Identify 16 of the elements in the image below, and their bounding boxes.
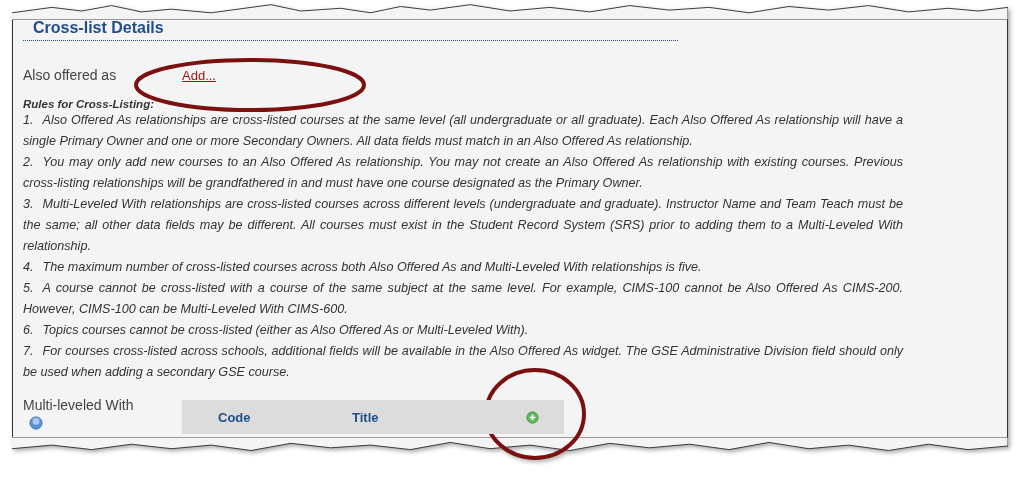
field-label: Also offered as (23, 67, 118, 83)
rule-text: 1. Also Offered As relationships are cross-listed courses at the same level (all undergraduate or all graduate). Each Also Offered As relationship will have a single Primary Owner and one or more Secondary Owners. All data fields must match in an Also Offered As relationship. (23, 112, 903, 150)
add-link[interactable]: Add... (182, 67, 216, 83)
section-title: Cross-list Details (33, 19, 164, 36)
rules-heading: Rules for Cross-Listing: (23, 98, 155, 110)
rule-text: 7. For courses cross-listed across schools, additional fields will be available in the Also Offered As widget. The GSE Administrative Division field should only be used when adding a secondary GSE course. (23, 343, 903, 381)
column-header: Title (352, 409, 379, 425)
rule-text: 5. A course cannot be cross-listed with a course of the same subject at the same level. For example, CIMS-100 cannot be Also Offered As CIMS-200. However, CIMS-100 can be Multi-Leveled With CIMS-600. (23, 280, 903, 318)
rule-text: 3. Multi-Leveled With relationships are cross-listed courses across different levels (undergraduate and graduate). Instructor Name and Team Teach must be the same; all other data fields may be different. All courses must exist in the Student Record System (SRS) prior to adding them to a Multi-Leveled With relationship. (23, 196, 903, 255)
rule-text: 4. The maximum number of cross-listed courses across both Also Offered As and Multi-Leveled With relationships is five. (23, 259, 703, 276)
rule-text: 2. You may only add new courses to an Also Offered As relationship. You may not create an Also Offered As relationship with existing courses. Previous cross-listing relationships will be grandfathered in and must have one course designated as the Primary Owner. (23, 154, 903, 192)
rule-text: 6. Topics courses cannot be cross-listed (either as Also Offered As or Multi-Leveled With). (23, 322, 530, 339)
help-icon[interactable] (29, 416, 43, 430)
add-icon[interactable] (526, 410, 539, 424)
column-header: Code (218, 409, 251, 425)
field-label: Multi-leveled With (23, 397, 135, 413)
